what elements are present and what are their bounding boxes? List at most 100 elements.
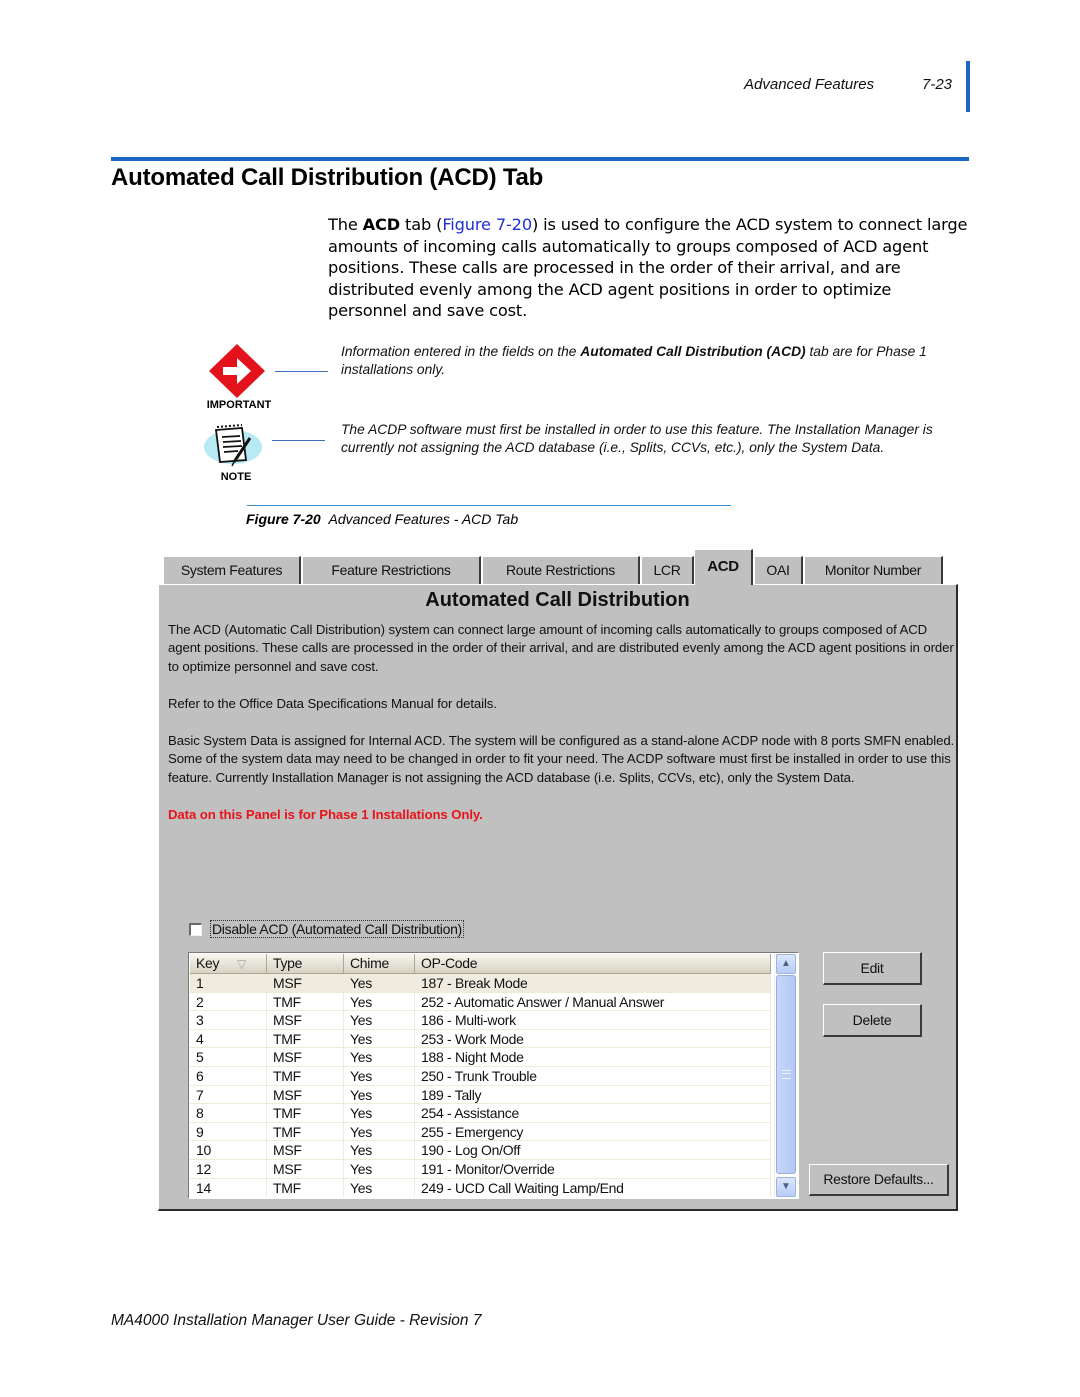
table-row[interactable]: 7 MSF Yes 189 - Tally (190, 1085, 771, 1105)
page-number: 7-23 (922, 76, 953, 93)
op-code-cell: 191 - Monitor/Override (415, 1159, 771, 1178)
type-cell: TMF (267, 1029, 344, 1048)
op-code-cell: 190 - Log On/Off (415, 1141, 771, 1159)
section-title: Automated Call Distribution (ACD) Tab (111, 164, 544, 191)
op-code-cell: 249 - UCD Call Waiting Lamp/End (415, 1178, 771, 1196)
type-cell: TMF (267, 992, 344, 1011)
important-caption: IMPORTANT (206, 399, 272, 411)
restore-defaults-button[interactable]: Restore Defaults... (809, 1164, 949, 1196)
key-cell: 14 (190, 1178, 267, 1196)
key-cell: 7 (190, 1085, 267, 1104)
note-caption: NOTE (220, 471, 252, 483)
tab-feature-restrictions[interactable]: Feature Restrictions (302, 556, 481, 584)
column-header-chime[interactable]: Chime (344, 954, 415, 974)
type-cell: MSF (267, 1048, 344, 1066)
key-cell: 5 (190, 1048, 267, 1066)
disable-acd-checkbox[interactable] (189, 923, 202, 936)
table-row[interactable]: 2 TMF Yes 252 - Automatic Answer / Manual A… (190, 992, 771, 1012)
figure-label: Figure 7-20 (246, 511, 321, 527)
panel-title: Automated Call Distribution (425, 589, 690, 611)
delete-button[interactable]: Delete (823, 1004, 922, 1037)
scroll-thumb[interactable] (776, 975, 796, 1174)
column-header-type[interactable]: Type (267, 954, 344, 974)
intro-text: The (328, 215, 363, 234)
acd-panel: Automated Call Distribution The ACD (Aut… (158, 584, 958, 1211)
type-cell: MSF (267, 1085, 344, 1104)
key-cell: 6 (190, 1066, 267, 1085)
tab-lcr[interactable]: LCR (641, 556, 694, 584)
table-row[interactable]: 4 TMF Yes 253 - Work Mode (190, 1029, 771, 1049)
table-header: Key ▽ Type Chime OP-Code (190, 954, 771, 974)
chime-cell: Yes (344, 992, 415, 1011)
figure-rule (247, 505, 731, 506)
running-header-section: Advanced Features (744, 76, 875, 93)
table-body: 1 MSF Yes 187 - Break Mode 2 TMF Yes 252 - Auto… (190, 974, 771, 1196)
table-row[interactable]: 14 TMF Yes 249 - UCD Call Waiting Lamp/End (190, 1178, 771, 1196)
column-header-key[interactable]: Key ▽ (190, 954, 267, 974)
table-row[interactable]: 10 MSF Yes 190 - Log On/Off (190, 1141, 771, 1160)
chime-cell: Yes (344, 1141, 415, 1159)
header-accent-bar (966, 61, 970, 112)
important-text-part: Information entered in the fields on the (341, 344, 581, 359)
tab-monitor-number[interactable]: Monitor Number (804, 556, 943, 584)
table-row[interactable]: 5 MSF Yes 188 - Night Mode (190, 1048, 771, 1067)
intro-paragraph: The ACD tab (Figure 7-20) is used to con… (328, 214, 970, 322)
key-cell: 3 (190, 1011, 267, 1029)
chime-cell: Yes (344, 1159, 415, 1178)
key-cell: 9 (190, 1122, 267, 1141)
tab-route-restrictions[interactable]: Route Restrictions (482, 556, 640, 584)
key-cell: 12 (190, 1159, 267, 1178)
type-cell: TMF (267, 1066, 344, 1085)
type-cell: MSF (267, 974, 344, 992)
chime-cell: Yes (344, 1066, 415, 1085)
acd-key-table: Key ▽ Type Chime OP-Code 1 MSF Yes 187 - Bre… (188, 952, 799, 1199)
intro-text: tab ( (400, 215, 443, 234)
panel-paragraph: Basic System Data is assigned for Intern… (168, 733, 955, 785)
op-code-cell: 188 - Night Mode (415, 1048, 771, 1066)
table-row[interactable]: 6 TMF Yes 250 - Trunk Trouble (190, 1066, 771, 1086)
type-cell: TMF (267, 1178, 344, 1196)
op-code-cell: 186 - Multi-work (415, 1011, 771, 1029)
op-code-cell: 253 - Work Mode (415, 1029, 771, 1048)
important-text-bold: Automated Call Distribution (ACD) (580, 344, 806, 359)
op-code-cell: 189 - Tally (415, 1085, 771, 1104)
page-footer: MA4000 Installation Manager User Guide -… (111, 1312, 482, 1329)
intro-bold: ACD (362, 215, 401, 234)
disable-acd-label[interactable]: Disable ACD (Automated Call Distribution… (210, 920, 464, 938)
note-text: The ACDP software must first be installe… (341, 422, 933, 455)
table-row[interactable]: 9 TMF Yes 255 - Emergency (190, 1122, 771, 1142)
type-cell: TMF (267, 1104, 344, 1122)
op-code-cell: 254 - Assistance (415, 1104, 771, 1122)
chime-cell: Yes (344, 974, 415, 992)
column-header-op-code[interactable]: OP-Code (415, 954, 771, 974)
note-notepad-icon (202, 420, 268, 470)
column-header-label: Key (196, 955, 220, 971)
panel-paragraph: The ACD (Automatic Call Distribution) sy… (168, 622, 954, 674)
chime-cell: Yes (344, 1029, 415, 1048)
edit-button[interactable]: Edit (823, 952, 922, 985)
table-row[interactable]: 12 MSF Yes 191 - Monitor/Override (190, 1159, 771, 1179)
table-row[interactable]: 3 MSF Yes 186 - Multi-work (190, 1011, 771, 1030)
tab-oai[interactable]: OAI (754, 556, 803, 584)
panel-paragraph: Refer to the Office Data Specifications … (168, 696, 497, 711)
notice-connector-line (272, 440, 325, 441)
type-cell: MSF (267, 1159, 344, 1178)
tab-acd[interactable]: ACD (694, 549, 753, 585)
key-cell: 2 (190, 992, 267, 1011)
key-cell: 4 (190, 1029, 267, 1048)
vertical-scrollbar[interactable]: ▲ ▼ (774, 953, 798, 1198)
table-row[interactable]: 1 MSF Yes 187 - Break Mode (190, 974, 771, 993)
key-cell: 8 (190, 1104, 267, 1122)
sort-descending-icon: ▽ (237, 957, 246, 971)
scroll-down-icon[interactable]: ▼ (776, 1177, 796, 1197)
type-cell: MSF (267, 1141, 344, 1159)
figure-link[interactable]: Figure 7-20 (442, 215, 532, 234)
scroll-up-icon[interactable]: ▲ (776, 954, 796, 974)
tab-system-features[interactable]: System Features (163, 556, 301, 584)
op-code-cell: 187 - Break Mode (415, 974, 771, 992)
chime-cell: Yes (344, 1122, 415, 1141)
notice-connector-line (275, 371, 328, 372)
chime-cell: Yes (344, 1178, 415, 1196)
chime-cell: Yes (344, 1048, 415, 1066)
table-row[interactable]: 8 TMF Yes 254 - Assistance (190, 1104, 771, 1123)
